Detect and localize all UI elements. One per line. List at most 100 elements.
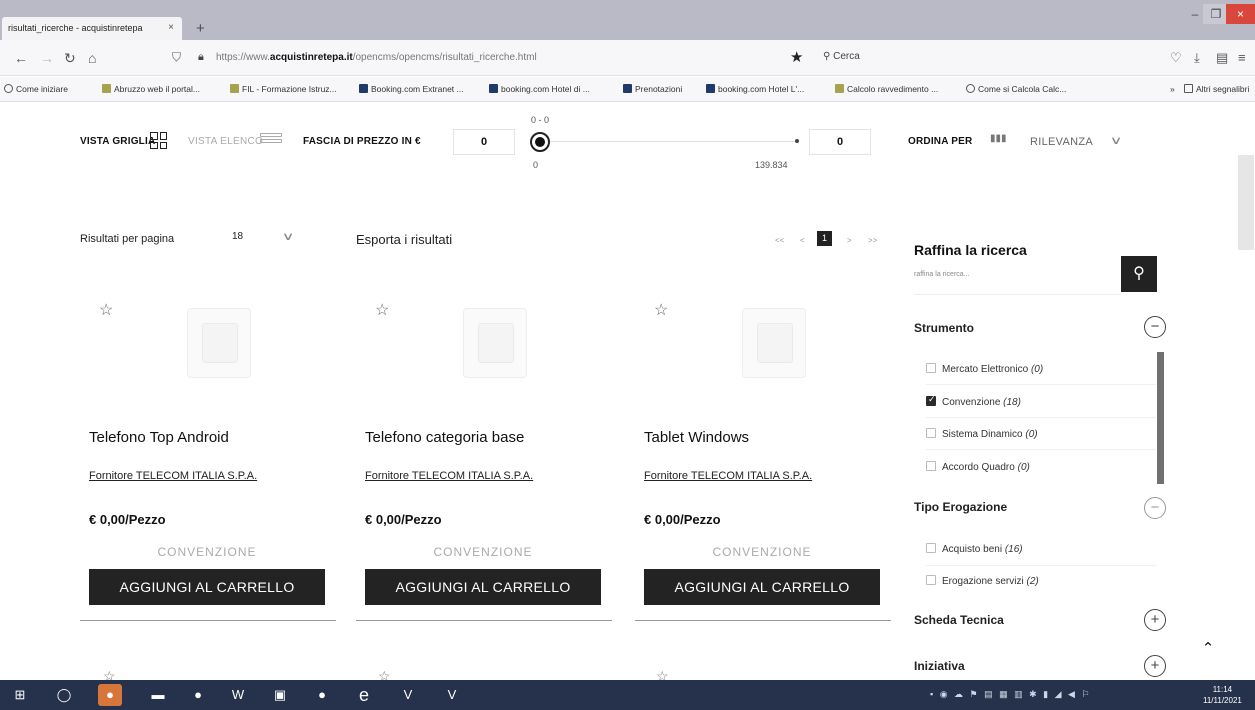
vivaldi-icon[interactable]: V [396,684,420,706]
add-to-cart-button[interactable]: AGGIUNGI AL CARRELLO [89,569,325,605]
filter-option[interactable]: Acquisto beni (16) [926,543,1023,555]
star-outline-icon[interactable]: ☆ [378,668,391,680]
filter-option[interactable]: Erogazione servizi (2) [926,575,1039,587]
download-icon[interactable]: ⤓ [1194,50,1200,66]
shield-icon[interactable]: ⛉ [172,50,181,65]
menu-icon[interactable]: ≡ [1238,50,1246,65]
tab-active[interactable]: risultati_ricerche - acquistinretepa × [2,17,182,40]
windows-start-icon[interactable]: ⊞ [8,684,32,706]
refine-search-button[interactable]: ⚲ [1121,256,1157,292]
chevron-down-icon[interactable]: ∨ [1110,134,1123,147]
price-slider-max-handle[interactable] [795,139,799,143]
export-results-link[interactable]: Esporta i risultati [356,232,452,247]
checkbox[interactable] [926,575,936,585]
home-icon[interactable]: ⌂ [88,50,96,66]
sort-select[interactable]: RILEVANZA [1030,136,1093,148]
bookmark-item[interactable]: booking.com Hotel L'... [706,84,804,94]
pager-last[interactable]: >> [868,236,877,245]
scroll-to-top-button[interactable]: ⌃ [1190,631,1226,667]
refine-search-input[interactable]: raffina la ricerca... [914,257,1121,295]
bookmark-item[interactable]: Prenotazioni [623,84,682,94]
checkbox[interactable] [926,543,936,553]
bookmark-item[interactable]: Come si Calcola Calc... [966,84,1066,94]
pager-next[interactable]: > [847,236,852,245]
filter-option[interactable]: Mercato Elettronico (0) [926,363,1043,375]
star-outline-icon[interactable]: ☆ [654,300,668,320]
price-max-input[interactable]: 0 [809,129,871,155]
filter-option[interactable]: Sistema Dinamico (0) [926,428,1038,440]
price-min-input[interactable]: 0 [453,129,515,155]
app-icon[interactable]: ● [186,684,210,706]
bookmark-star-icon[interactable]: ★ [790,48,803,66]
facet-strumento[interactable]: Strumento [914,321,974,335]
star-outline-icon[interactable]: ☆ [375,300,389,320]
star-outline-icon[interactable]: ☆ [103,668,116,680]
list-view-toggle[interactable]: VISTA ELENCO [188,136,263,147]
pager-first[interactable]: << [775,236,784,245]
product-image[interactable] [463,308,527,378]
vivaldi-icon[interactable]: V [440,684,464,706]
bookmark-item[interactable]: FIL - Formazione Istruz... [230,84,337,94]
internet-explorer-icon[interactable]: e [352,684,376,706]
collapse-icon[interactable]: − [1144,316,1166,338]
facet-tipo-erogazione[interactable]: Tipo Erogazione [914,500,1007,514]
reload-icon[interactable]: ↻ [64,50,76,67]
checkbox[interactable] [926,428,936,438]
new-tab-icon[interactable]: + [196,20,205,37]
product-image[interactable] [742,308,806,378]
bookmark-item[interactable]: Booking.com Extranet ... [359,84,464,94]
star-outline-icon[interactable]: ☆ [656,668,669,680]
expand-icon[interactable]: + [1144,609,1166,631]
app-icon[interactable]: ● [310,684,334,706]
system-tray-icons[interactable]: ▪ ◉ ☁ ⚑ ▤ ▦ ▥ ✱ ▮ ◢ ◀ ⚐ [930,689,1092,700]
photos-icon[interactable]: ▣ [268,684,292,706]
checkbox-checked[interactable] [926,394,936,406]
bookmark-other-folder[interactable]: Altri segnalibri [1184,84,1249,94]
url-bar[interactable]: 🔒︎ https://www.acquistinretepa.it/opencm… [196,46,926,72]
page-scrollbar-thumb[interactable] [1238,155,1254,250]
product-image[interactable] [187,308,251,378]
collapse-icon[interactable]: − [1144,497,1166,519]
expand-icon[interactable]: + [1144,655,1166,677]
firefox-icon[interactable]: ● [98,684,122,706]
bookmark-item[interactable]: booking.com Hotel di ... [489,84,590,94]
facet-scheda-tecnica[interactable]: Scheda Tecnica [914,613,1004,627]
price-slider-min-handle[interactable] [530,132,550,152]
chevron-down-icon[interactable]: ∨ [282,230,295,243]
filter-option[interactable]: Accordo Quadro (0) [926,461,1030,473]
facet-scrollbar[interactable] [1157,352,1164,484]
product-supplier[interactable]: Fornitore TELECOM ITALIA S.P.A. [89,470,257,482]
product-title[interactable]: Telefono Top Android [89,429,229,446]
star-outline-icon[interactable]: ☆ [99,300,113,320]
pocket-icon[interactable]: ♡ [1170,50,1182,66]
pager-current[interactable]: 1 [817,231,832,246]
product-title[interactable]: Tablet Windows [644,429,749,446]
product-title[interactable]: Telefono categoria base [365,429,524,446]
add-to-cart-button[interactable]: AGGIUNGI AL CARRELLO [365,569,601,605]
product-supplier[interactable]: Fornitore TELECOM ITALIA S.P.A. [644,470,812,482]
bookmark-item[interactable]: Come iniziare [4,84,68,94]
bookmarks-more-icon[interactable]: » [1170,84,1175,94]
tab-close-icon[interactable]: × [168,22,174,33]
grid-icon[interactable] [150,132,167,149]
filter-option[interactable]: Convenzione (18) [926,394,1021,408]
checkbox[interactable] [926,461,936,471]
browser-search-box[interactable]: ⚲ Cerca [823,51,860,62]
checkbox[interactable] [926,363,936,373]
price-slider-track[interactable] [545,141,797,142]
back-arrow-icon[interactable]: ← [14,50,28,66]
pager-prev[interactable]: < [800,236,805,245]
add-to-cart-button[interactable]: AGGIUNGI AL CARRELLO [644,569,880,605]
product-supplier[interactable]: Fornitore TELECOM ITALIA S.P.A. [365,470,533,482]
facet-iniziativa[interactable]: Iniziativa [914,659,965,673]
bookmark-item[interactable]: Abruzzo web il portal... [102,84,200,94]
per-page-select[interactable]: 18 [232,231,243,242]
word-icon[interactable]: W [226,684,250,706]
file-explorer-icon[interactable]: ▬ [146,684,170,706]
bookmark-item[interactable]: Calcolo ravvedimento ... [835,84,938,94]
window-close-button[interactable]: × [1226,4,1255,24]
search-icon[interactable]: ◯ [52,684,76,706]
library-icon[interactable]: ▤ [1216,50,1228,66]
list-icon[interactable] [260,133,282,150]
taskbar-clock[interactable]: 11:14 11/11/2021 [1203,684,1242,706]
